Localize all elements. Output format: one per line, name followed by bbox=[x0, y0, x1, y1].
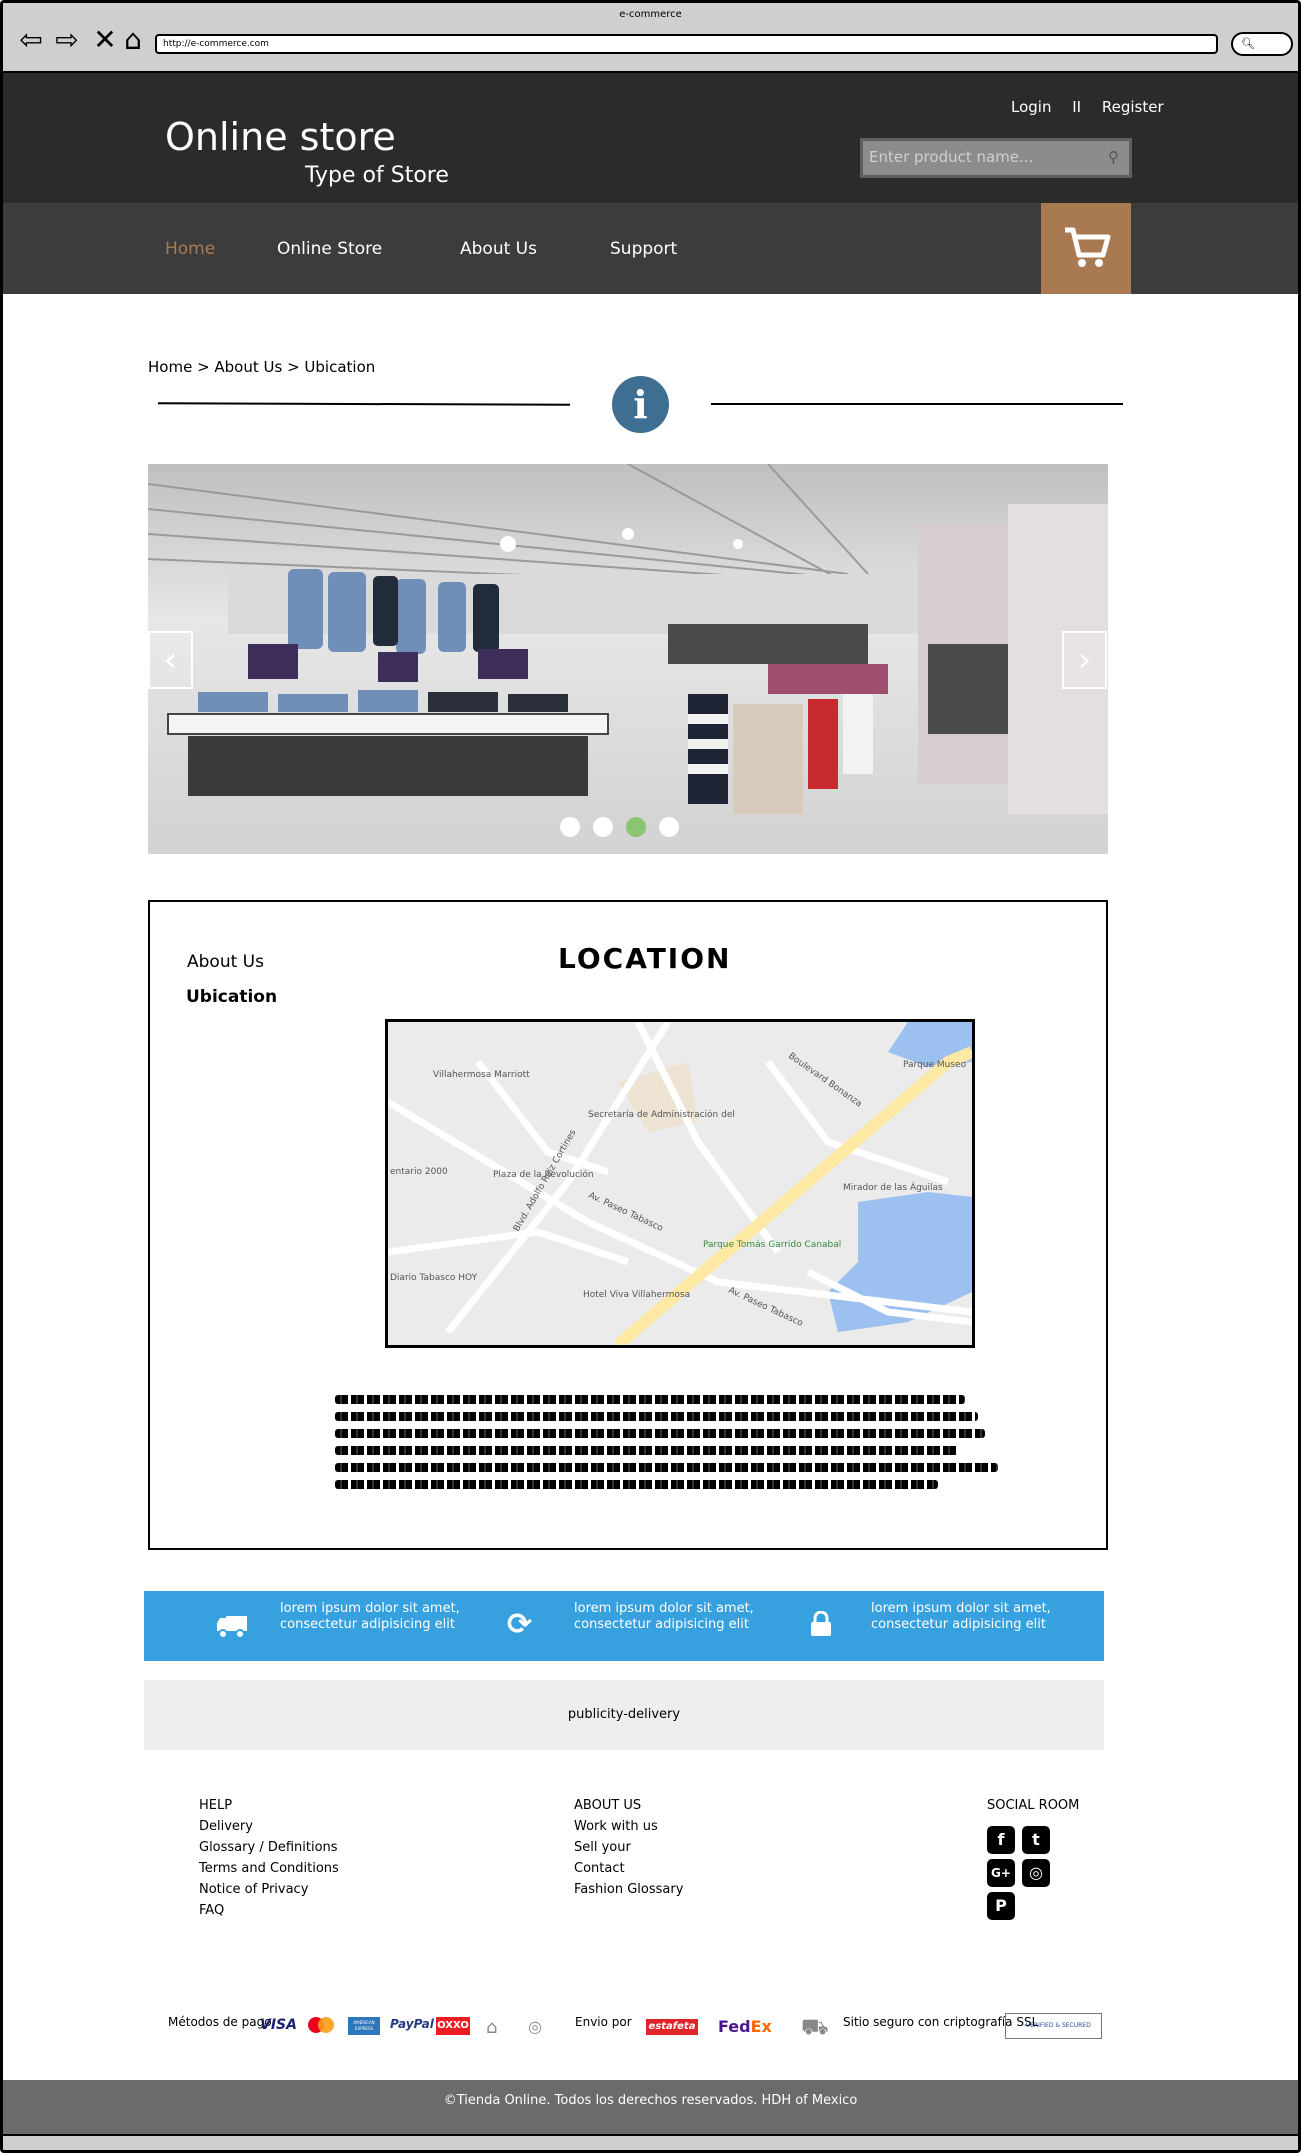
copyright-bar: ©Tienda Online. Todos los derechos reser… bbox=[3, 2080, 1298, 2134]
url-input[interactable]: http://e-commerce.com bbox=[155, 34, 1218, 54]
fedex-logo: FedEx bbox=[718, 2017, 772, 2036]
breadcrumb[interactable]: Home > About Us > Ubication bbox=[148, 358, 375, 376]
location-map[interactable]: Villahermosa Marriott Secretaría de Admi… bbox=[385, 1019, 975, 1348]
carousel-dots bbox=[560, 817, 692, 841]
instagram-icon[interactable]: ◎ bbox=[1022, 1859, 1050, 1887]
delivery-truck-icon: ⛟ bbox=[801, 2015, 829, 2040]
info-icon: i bbox=[612, 376, 669, 433]
image-carousel: ‹ › bbox=[148, 464, 1108, 854]
footer-link[interactable]: Terms and Conditions bbox=[199, 1858, 339, 1879]
browser-toolbar: e-commerce ⇦ ⇨ ✕ ⌂ http://e-commerce.com… bbox=[3, 3, 1298, 73]
location-panel: About Us Ubication LOCATION Villahermosa… bbox=[148, 900, 1108, 1550]
footer-help: HELP Delivery Glossary / Definitions Ter… bbox=[199, 1795, 339, 1921]
window-title: e-commerce bbox=[619, 9, 682, 20]
ssl-badge[interactable]: VERIFIED & SECURED bbox=[1005, 2013, 1102, 2039]
store-photo bbox=[148, 464, 1108, 854]
side-link-about-us[interactable]: About Us bbox=[187, 952, 264, 972]
footer-social-title: SOCIAL ROOM bbox=[987, 1798, 1080, 1813]
product-search-input[interactable]: Enter product name... ⚲ bbox=[860, 138, 1132, 178]
forward-arrow-icon[interactable]: ⇨ bbox=[51, 25, 83, 55]
footer-link[interactable]: Work with us bbox=[574, 1816, 683, 1837]
footer-link[interactable]: Contact bbox=[574, 1858, 683, 1879]
carousel-dot-2[interactable] bbox=[593, 817, 613, 837]
estafeta-logo: estafeta bbox=[646, 2019, 698, 2035]
lock-icon bbox=[811, 1611, 831, 1636]
payment-methods-label: Métodos de pago bbox=[168, 2015, 272, 2029]
carousel-next-button[interactable]: › bbox=[1062, 631, 1107, 689]
footer-link[interactable]: Sell your bbox=[574, 1837, 683, 1858]
map-label: Secretaría de Administración del bbox=[588, 1109, 735, 1120]
map-graphic: Villahermosa Marriott Secretaría de Admi… bbox=[388, 1022, 972, 1345]
paypal-logo: PayPal bbox=[390, 2017, 434, 2031]
visa-logo: VISA bbox=[260, 2017, 297, 2033]
cart-icon bbox=[1065, 227, 1111, 267]
back-arrow-icon[interactable]: ⇦ bbox=[15, 25, 47, 55]
store-subtitle: Type of Store bbox=[305, 163, 449, 188]
carousel-dot-3[interactable] bbox=[626, 817, 646, 837]
location-title: LOCATION bbox=[558, 942, 732, 975]
nav-online-store[interactable]: Online Store bbox=[277, 239, 382, 259]
map-label: Parque Museo bbox=[903, 1060, 967, 1070]
site-header: Online store Type of Store Login II Regi… bbox=[3, 73, 1298, 203]
browser-status-bar bbox=[3, 2134, 1298, 2150]
browser-window: e-commerce ⇦ ⇨ ✕ ⌂ http://e-commerce.com… bbox=[0, 0, 1301, 2153]
feature-text-1: lorem ipsum dolor sit amet, consectetur … bbox=[280, 1601, 460, 1632]
cart-button[interactable] bbox=[1041, 203, 1131, 294]
store-title[interactable]: Online store bbox=[165, 115, 396, 159]
search-icon: 🔍︎ bbox=[1241, 37, 1255, 50]
payment-row: Métodos de pago VISA AMERICAN EXPRESS Pa… bbox=[168, 2013, 1108, 2043]
search-placeholder: Enter product name... bbox=[869, 148, 1034, 166]
browser-search[interactable]: 🔍︎ bbox=[1231, 32, 1293, 56]
map-label: entario 2000 bbox=[390, 1167, 448, 1177]
carousel-prev-button[interactable]: ‹ bbox=[148, 631, 193, 689]
side-link-ubication[interactable]: Ubication bbox=[186, 987, 277, 1007]
carousel-dot-4[interactable] bbox=[659, 817, 679, 837]
footer-help-title: HELP bbox=[199, 1798, 233, 1813]
footer-link[interactable]: Glossary / Definitions bbox=[199, 1837, 339, 1858]
map-label: Hotel Viva Villahermosa bbox=[583, 1290, 690, 1300]
feature-text-2: lorem ipsum dolor sit amet, consectetur … bbox=[574, 1601, 754, 1632]
feature-text-3: lorem ipsum dolor sit amet, consectetur … bbox=[871, 1601, 1051, 1632]
pinterest-icon[interactable]: P bbox=[987, 1892, 1015, 1920]
twitter-icon[interactable]: t bbox=[1022, 1826, 1050, 1854]
home-icon[interactable]: ⌂ bbox=[117, 25, 149, 55]
footer-link[interactable]: FAQ bbox=[199, 1900, 339, 1921]
login-link[interactable]: Login bbox=[1011, 98, 1051, 116]
google-plus-icon[interactable]: G+ bbox=[987, 1859, 1015, 1887]
nav-about-us[interactable]: About Us bbox=[460, 239, 537, 259]
footer-link[interactable]: Delivery bbox=[199, 1816, 339, 1837]
map-label: Parque Tomás Garrido Canabal bbox=[703, 1240, 841, 1250]
facebook-icon[interactable]: f bbox=[987, 1826, 1015, 1854]
refresh-icon: ⟳ bbox=[507, 1607, 533, 1642]
publicity-banner[interactable]: publicity-delivery bbox=[144, 1680, 1104, 1750]
search-icon[interactable]: ⚲ bbox=[1108, 141, 1119, 173]
shipping-label: Envio por bbox=[575, 2015, 632, 2029]
footer-link[interactable]: Fashion Glossary bbox=[574, 1879, 683, 1900]
coin-icon: ◎ bbox=[528, 2017, 542, 2036]
map-label: Diario Tabasco HOY bbox=[390, 1273, 478, 1283]
carousel-dot-1[interactable] bbox=[560, 817, 580, 837]
footer-about: ABOUT US Work with us Sell your Contact … bbox=[574, 1795, 683, 1900]
map-label: Villahermosa Marriott bbox=[433, 1070, 530, 1080]
main-nav: Home Online Store About Us Support bbox=[3, 203, 1298, 294]
auth-separator: II bbox=[1072, 98, 1082, 116]
divider-left bbox=[157, 402, 571, 406]
mastercard-logo bbox=[308, 2017, 334, 2033]
footer-about-title: ABOUT US bbox=[574, 1798, 642, 1813]
auth-links: Login II Register bbox=[1003, 98, 1172, 116]
oxxo-logo: OXXO bbox=[436, 2017, 470, 2035]
nav-home[interactable]: Home bbox=[165, 239, 215, 259]
bank-icon: ⌂ bbox=[486, 2017, 498, 2038]
location-description bbox=[335, 1395, 1005, 1497]
register-link[interactable]: Register bbox=[1102, 98, 1164, 116]
map-label: Mirador de las Águilas bbox=[843, 1181, 943, 1193]
features-bar: lorem ipsum dolor sit amet, consectetur … bbox=[144, 1591, 1104, 1661]
amex-logo: AMERICAN EXPRESS bbox=[348, 2017, 380, 2035]
divider-right bbox=[711, 403, 1123, 405]
nav-support[interactable]: Support bbox=[610, 239, 677, 259]
footer-link[interactable]: Notice of Privacy bbox=[199, 1879, 339, 1900]
truck-icon bbox=[217, 1616, 247, 1639]
